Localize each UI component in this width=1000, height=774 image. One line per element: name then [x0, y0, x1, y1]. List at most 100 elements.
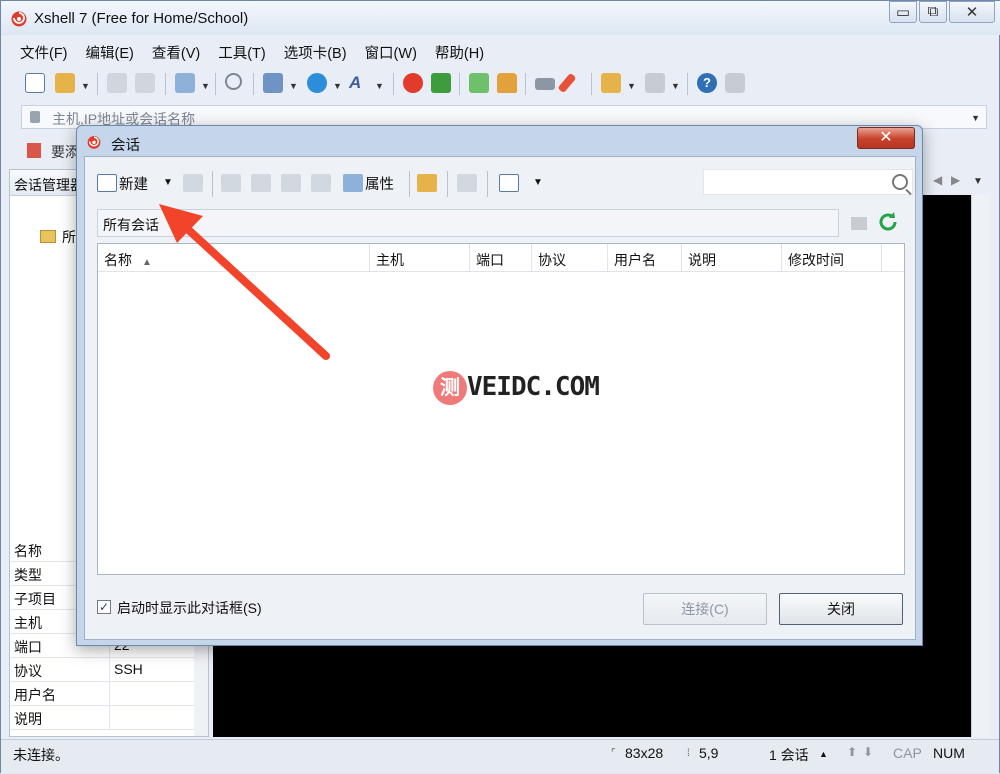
tab-menu-icon[interactable]: ▼: [973, 176, 983, 187]
property-value: [110, 706, 198, 729]
refresh-icon[interactable]: [877, 211, 899, 233]
breadcrumb-all-sessions[interactable]: 所有会话: [103, 215, 159, 235]
folder-icon: [40, 230, 56, 243]
cut-icon[interactable]: [221, 174, 241, 192]
chevron-down-icon[interactable]: ▼: [81, 81, 90, 91]
keyboard-icon[interactable]: [535, 78, 555, 90]
connect-button[interactable]: 连接(C): [643, 593, 767, 625]
column-header-username[interactable]: 用户名: [608, 244, 682, 272]
property-key: 说明: [10, 706, 110, 729]
column-header-port[interactable]: 端口: [470, 244, 532, 272]
dialog-close-button[interactable]: ✕: [857, 127, 915, 149]
xshell-window: Xshell 7 (Free for Home/School) ▭ ⧉ ✕ 文件…: [0, 0, 1000, 773]
lock-icon[interactable]: [497, 73, 517, 93]
minimize-button[interactable]: ▭: [889, 1, 917, 23]
breadcrumb: 所有会话: [97, 209, 839, 237]
tab-prev-icon[interactable]: ◀: [933, 173, 942, 187]
menu-view[interactable]: 查看(V): [143, 39, 209, 65]
column-header-host[interactable]: 主机: [370, 244, 470, 272]
title-bar: Xshell 7 (Free for Home/School) ▭ ⧉ ✕: [1, 1, 1000, 35]
view-dropdown-icon[interactable]: ▼: [533, 177, 543, 188]
close-icon: ✕: [965, 4, 979, 21]
column-label: 说明: [688, 252, 716, 268]
connect-icon[interactable]: [107, 73, 127, 93]
search-icon[interactable]: [892, 174, 908, 190]
property-value: [110, 682, 198, 705]
column-header-modified[interactable]: 修改时间: [782, 244, 882, 272]
new-folder-icon[interactable]: [601, 73, 621, 93]
chevron-down-icon[interactable]: ▼: [289, 81, 298, 91]
paste-icon[interactable]: [281, 174, 301, 192]
search-icon[interactable]: [225, 73, 242, 90]
help-icon[interactable]: ?: [697, 73, 717, 93]
column-header-protocol[interactable]: 协议: [532, 244, 608, 272]
chevron-down-icon[interactable]: ▼: [671, 81, 680, 91]
delete-icon[interactable]: [311, 174, 331, 192]
menu-tools[interactable]: 工具(T): [209, 39, 275, 65]
close-dialog-button[interactable]: 关闭: [779, 593, 903, 625]
show-on-startup-label[interactable]: 启动时显示此对话框(S): [117, 598, 262, 618]
scroll-up-icon[interactable]: ⬆: [847, 745, 857, 759]
chevron-down-icon[interactable]: ▼: [201, 81, 210, 91]
session-manager-title: 会话管理器: [14, 177, 84, 193]
links-bar-text[interactable]: 要添: [51, 142, 79, 162]
address-dropdown-icon[interactable]: ▼: [971, 113, 980, 123]
caps-indicator: CAP: [893, 745, 922, 761]
properties-button[interactable]: 属性: [365, 173, 394, 194]
chevron-down-icon[interactable]: ▼: [333, 81, 342, 91]
chevron-down-icon[interactable]: ▼: [375, 81, 384, 91]
status-bar: 未连接。 ⌜ 83x28 ⁞ 5,9 1 会话 ▲ ⬆ ⬇ CAP NUM: [1, 739, 999, 773]
export-icon[interactable]: [457, 174, 477, 192]
lock-icon: [30, 111, 40, 123]
xftp-icon[interactable]: [431, 73, 451, 93]
copy-icon[interactable]: [251, 174, 271, 192]
xshell-logo-icon[interactable]: [403, 73, 423, 93]
menu-bar: 文件(F) 编辑(E) 查看(V) 工具(T) 选项卡(B) 窗口(W) 帮助(…: [11, 39, 493, 65]
watermark-text: VEIDC.COM: [467, 372, 600, 402]
close-window-button[interactable]: ✕: [949, 1, 995, 23]
new-session-icon[interactable]: [97, 174, 117, 192]
view-options-icon[interactable]: [499, 174, 519, 192]
highlighter-icon[interactable]: [557, 72, 577, 94]
property-key: 用户名: [10, 682, 110, 705]
tab-next-icon[interactable]: ▶: [951, 173, 960, 187]
layout-icon[interactable]: [645, 73, 665, 93]
show-on-startup-checkbox[interactable]: ✓: [97, 600, 111, 614]
new-session-icon[interactable]: [25, 73, 45, 93]
menu-edit[interactable]: 编辑(E): [77, 39, 143, 65]
main-toolbar: ▼ ▼ ▼ ▼ A ▼ ▼ ▼ ?: [15, 69, 985, 99]
fullscreen-icon[interactable]: [469, 73, 489, 93]
session-count[interactable]: 1 会话: [769, 745, 809, 765]
new-dropdown-icon[interactable]: ▼: [163, 177, 173, 188]
column-label: 名称: [104, 252, 132, 268]
menu-window[interactable]: 窗口(W): [356, 39, 426, 65]
properties-scrollbar[interactable]: [194, 638, 208, 736]
new-session-button[interactable]: 新建: [119, 173, 148, 194]
terminal-scrollbar[interactable]: [971, 195, 989, 737]
session-count-arrow-icon[interactable]: ▲: [819, 749, 828, 759]
maximize-button[interactable]: ⧉: [919, 1, 947, 23]
font-icon[interactable]: A: [349, 73, 369, 93]
open-folder-icon[interactable]: [417, 174, 437, 192]
dialog-title-bar: 会话 ✕: [77, 126, 922, 156]
chat-icon[interactable]: [725, 73, 745, 93]
menu-tabs[interactable]: 选项卡(B): [275, 39, 356, 65]
transfer-icon[interactable]: [263, 73, 283, 93]
column-header-description[interactable]: 说明: [682, 244, 782, 272]
chevron-down-icon[interactable]: ▼: [627, 81, 636, 91]
column-header-name[interactable]: 名称 ▲: [98, 244, 370, 272]
open-folder-icon[interactable]: [55, 73, 75, 93]
folder-icon[interactable]: [851, 217, 867, 230]
menu-help[interactable]: 帮助(H): [426, 39, 493, 65]
globe-icon[interactable]: [307, 73, 327, 93]
session-search-icon[interactable]: [183, 174, 203, 192]
properties-icon[interactable]: [343, 174, 363, 192]
menu-file[interactable]: 文件(F): [11, 39, 77, 65]
sort-ascending-icon: ▲: [142, 257, 152, 268]
settings-icon[interactable]: [175, 73, 195, 93]
scroll-down-icon[interactable]: ⬇: [863, 745, 873, 759]
session-search-input[interactable]: [703, 169, 913, 195]
disconnect-icon[interactable]: [135, 73, 155, 93]
session-list[interactable]: 名称 ▲ 主机 端口 协议 用户名 说明 修改时间: [97, 243, 905, 575]
property-key: 协议: [10, 658, 110, 681]
